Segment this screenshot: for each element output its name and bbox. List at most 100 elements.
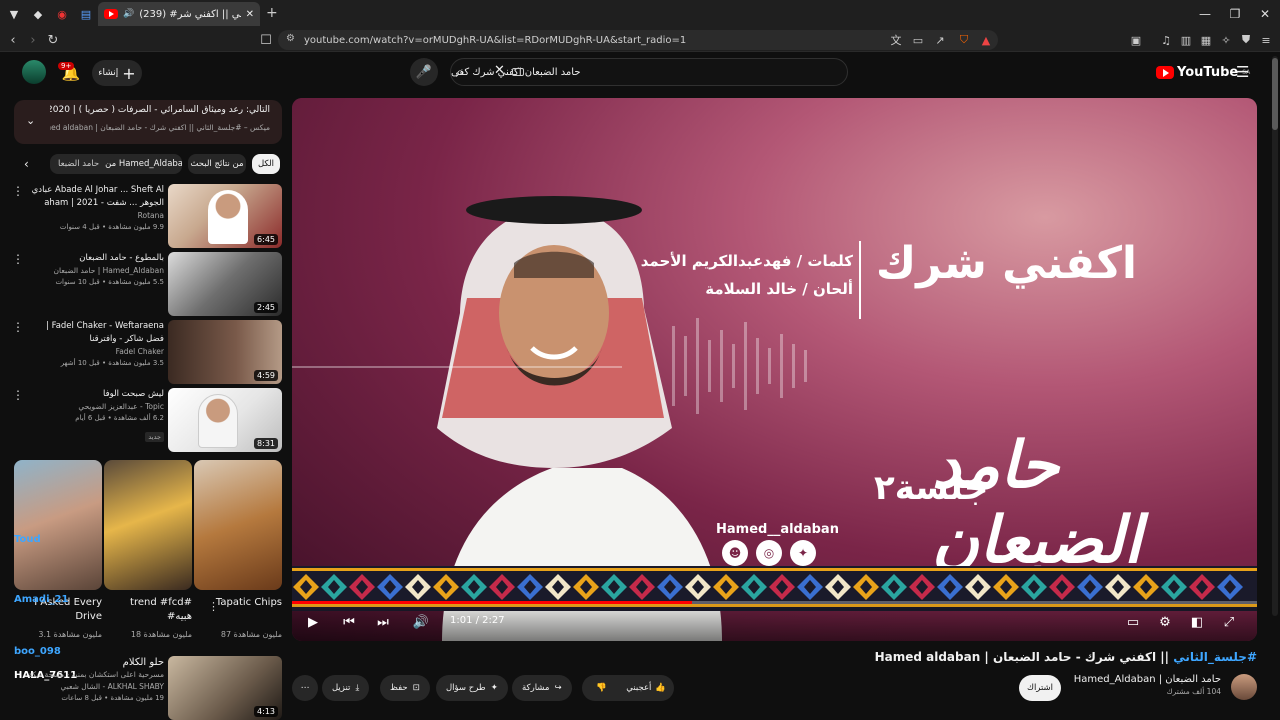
- channel-name[interactable]: Rotana: [28, 210, 164, 222]
- play-icon[interactable]: ▶: [304, 613, 322, 631]
- create-label: إنشاء: [98, 68, 119, 78]
- media-icon[interactable]: ♫: [1158, 32, 1174, 48]
- page-scrollbar[interactable]: [1272, 56, 1278, 616]
- progress-bar[interactable]: [292, 601, 1257, 604]
- like-dislike-group: 👎 أعجبني 👍: [582, 675, 674, 701]
- more-actions-icon[interactable]: ⋮: [12, 388, 24, 404]
- reload-icon[interactable]: ↻: [43, 30, 63, 50]
- browser-menu-lines-icon[interactable]: ≡: [1258, 32, 1274, 48]
- maximize-icon[interactable]: ❐: [1220, 0, 1250, 28]
- chevron-down-icon[interactable]: ⌄: [26, 114, 35, 127]
- search-input[interactable]: حامد الضبعان اكفني شرك كفى: [450, 58, 848, 86]
- video-thumbnail[interactable]: 4:59: [168, 320, 282, 384]
- site-info-icon[interactable]: ⚙: [286, 33, 295, 44]
- channel-name[interactable]: ALKHAL SHABY - الشال شعبي: [28, 681, 165, 693]
- subscribe-button[interactable]: اشتراك: [1019, 675, 1061, 701]
- video-thumbnail[interactable]: 4:13: [168, 656, 282, 720]
- more-actions-icon[interactable]: ⋮: [12, 320, 24, 336]
- new-tab-icon[interactable]: +: [266, 5, 278, 21]
- dislike-icon[interactable]: 👎: [596, 683, 607, 693]
- list-item[interactable]: 2:45 بالمطوع - حامد الضبعان Hamed_Aldaba…: [8, 252, 284, 316]
- chip-from-channel[interactable]: حامد الضبعا من Hamed_Aldaban: [50, 154, 182, 174]
- mix-playlist-header[interactable]: ⌄ التالي: رعد وميثاق السامرائي - الصرفات…: [14, 100, 282, 144]
- list-item[interactable]: 4:13 حلو الكلام مسرحية اعلى استكشان بمنب…: [8, 656, 284, 720]
- wallet-icon[interactable]: ▦: [1198, 32, 1214, 48]
- more-actions-icon[interactable]: ⋮: [12, 184, 24, 200]
- video-title: ليش صبحت الوفا: [102, 389, 164, 399]
- chip-from-search[interactable]: من نتائج البحث: [188, 154, 246, 174]
- rewards-icon[interactable]: ▲: [978, 32, 994, 48]
- channel-name[interactable]: حامد الضبعان | Hamed_Aldaban: [1074, 674, 1221, 685]
- fullscreen-icon[interactable]: ⤢: [1220, 613, 1238, 631]
- more-actions-button[interactable]: ⋯: [292, 675, 318, 701]
- chips-scroll-left-icon[interactable]: ‹: [24, 157, 29, 171]
- captions-icon[interactable]: ▭: [1124, 613, 1142, 631]
- close-window-icon[interactable]: ✕: [1250, 0, 1280, 28]
- leo-icon[interactable]: ✧: [1218, 32, 1234, 48]
- cast-icon[interactable]: ▭: [910, 32, 926, 48]
- ask-button[interactable]: طرح سؤال ✦: [436, 675, 508, 701]
- list-item[interactable]: 6:45 Abade Al Johar ... Sheft Al عبادي ا…: [8, 184, 284, 248]
- share-button[interactable]: مشاركة ↪: [512, 675, 572, 701]
- volume-icon[interactable]: 🔊: [412, 613, 430, 631]
- next-icon[interactable]: ⏭: [374, 613, 392, 631]
- short-thumbnail[interactable]: [194, 460, 282, 590]
- guide-menu-icon[interactable]: ☰: [1236, 63, 1249, 81]
- channel-name[interactable]: Hamed_Aldaban | حامد الضبعان: [28, 265, 164, 277]
- sidebar-toggle-icon[interactable]: ▥: [1178, 32, 1194, 48]
- video-meta: 3.5 مليون مشاهدة • قبل 10 أشهر: [60, 359, 164, 367]
- clear-search-icon[interactable]: ✕: [494, 63, 505, 78]
- docs-tab-icon[interactable]: ▤: [74, 0, 98, 28]
- chip-all[interactable]: الكل: [252, 154, 280, 174]
- overlay-divider: [859, 241, 861, 319]
- save-button[interactable]: حفظ ⊡: [380, 675, 430, 701]
- instagram-icon: ◎: [756, 540, 782, 566]
- video-meta: 19 مليون مشاهدة • قبل 8 ساعات: [61, 694, 164, 702]
- share-icon: ↪: [554, 683, 562, 693]
- close-tab-icon[interactable]: ✕: [246, 9, 254, 20]
- title-hashtag[interactable]: #جلسة_الثاني: [1173, 650, 1257, 664]
- channel-name[interactable]: Fadel Chaker: [28, 346, 164, 358]
- video-player[interactable]: اكفني شرك كلمات / فهدعبدالكريم الأحمد أل…: [292, 98, 1257, 641]
- short-more-icon[interactable]: ⋮: [208, 600, 219, 613]
- pinned-tab-icon[interactable]: ◆: [26, 0, 50, 28]
- back-icon[interactable]: ‹: [3, 30, 23, 50]
- video-info: Fadel Chaker - Weftaraena | فضل شاكر - و…: [28, 320, 164, 369]
- duration-badge: 4:13: [254, 706, 278, 717]
- list-item[interactable]: 8:31 ليش صبحت الوفا Topic - عبدالعزيز ال…: [8, 388, 284, 452]
- search-icon[interactable]: ⌕: [456, 63, 464, 81]
- browser-menu-icon[interactable]: ▼: [2, 0, 26, 28]
- active-tab[interactable]: 🔊 (239) #جلسة_الثاني || اكفني شر ✕: [98, 2, 260, 26]
- keyboard-icon[interactable]: [512, 68, 524, 76]
- miniplayer-icon[interactable]: ◧: [1188, 613, 1206, 631]
- create-button[interactable]: إنشاء +: [92, 60, 142, 86]
- account-avatar[interactable]: [22, 60, 46, 84]
- progress-fill: [292, 601, 692, 604]
- youtube-logo-text: YouTube: [1177, 65, 1239, 80]
- audio-playing-icon[interactable]: 🔊: [123, 9, 134, 19]
- video-thumbnail[interactable]: 6:45: [168, 184, 282, 248]
- like-button[interactable]: أعجبني 👍: [626, 683, 666, 693]
- video-thumbnail[interactable]: 8:31: [168, 388, 282, 452]
- bookmark-icon[interactable]: ☐: [256, 30, 276, 50]
- scrollbar-thumb[interactable]: [1272, 58, 1278, 130]
- download-button[interactable]: تنزيل ⤓: [322, 675, 370, 701]
- channel-avatar[interactable]: [1231, 674, 1257, 700]
- reader-icon[interactable]: ▣: [1128, 32, 1144, 48]
- translate-icon[interactable]: 文: [888, 32, 904, 48]
- more-actions-icon[interactable]: ⋮: [12, 252, 24, 268]
- previous-icon[interactable]: ⏮: [340, 613, 358, 631]
- minimize-icon[interactable]: —: [1190, 0, 1220, 28]
- brave-shield-icon[interactable]: ⛉: [956, 32, 972, 48]
- settings-icon[interactable]: ⚙: [1156, 613, 1174, 631]
- player-controls: ▶ ⏮ ⏭ 🔊 1:01 / 2:27 ▭ ⚙ ◧ ⤢: [292, 601, 1257, 641]
- vpn-icon[interactable]: ⛊: [1238, 32, 1254, 48]
- record-tab-icon[interactable]: ◉: [50, 0, 74, 28]
- list-item[interactable]: 4:59 Fadel Chaker - Weftaraena | فضل شاك…: [8, 320, 284, 384]
- url-field[interactable]: ⚙ youtube.com/watch?v=orMUDghR-UA&list=R…: [278, 30, 998, 50]
- channel-name[interactable]: Topic - عبدالعزيز الضويحي: [28, 401, 164, 413]
- voice-search-icon[interactable]: 🎤: [410, 58, 438, 86]
- forward-icon[interactable]: ›: [23, 30, 43, 50]
- video-thumbnail[interactable]: 2:45: [168, 252, 282, 316]
- share-page-icon[interactable]: ↗: [932, 32, 948, 48]
